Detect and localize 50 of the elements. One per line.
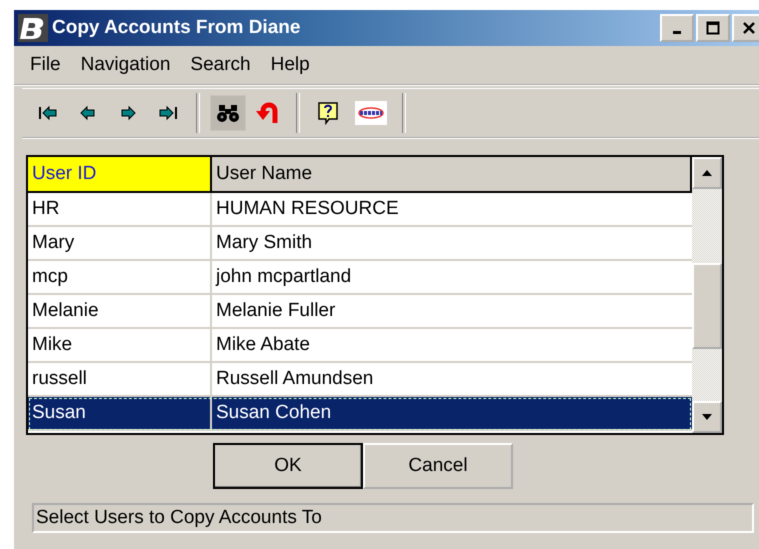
column-header[interactable]: User ID <box>28 157 212 191</box>
table-row[interactable]: Melanie Melanie Fuller <box>28 295 692 329</box>
maximize-icon <box>706 21 720 35</box>
table-row[interactable]: mcp john mcpartland <box>28 261 692 295</box>
scroll-down-button[interactable] <box>692 401 722 433</box>
table-cell: HR <box>28 193 212 225</box>
maximize-button[interactable] <box>696 14 730 42</box>
vertical-scrollbar[interactable] <box>692 157 722 433</box>
logo-icon <box>355 101 387 125</box>
window-title: Copy Accounts From Diane <box>52 17 302 39</box>
menu-item[interactable]: Help <box>262 52 318 78</box>
down-triangle-icon <box>702 414 712 420</box>
cancel-button[interactable]: Cancel <box>363 443 513 489</box>
table-cell: Mike <box>28 329 212 361</box>
right-arrow-icon <box>120 105 136 121</box>
scroll-up-button[interactable] <box>692 157 722 189</box>
ok-button[interactable]: OK <box>213 443 363 489</box>
scroll-thumb[interactable] <box>692 263 722 349</box>
first-arrow-icon <box>38 105 58 121</box>
table-row[interactable]: Mike Mike Abate <box>28 329 692 363</box>
menu-item[interactable]: Search <box>182 52 259 78</box>
close-icon <box>742 21 756 35</box>
menu-item[interactable]: File <box>22 52 69 78</box>
table-cell-text: john mcpartland <box>214 265 352 289</box>
table-cell-text: Melanie Fuller <box>215 299 336 323</box>
table-cell: Melanie <box>28 295 212 327</box>
close-button[interactable] <box>732 14 759 42</box>
table-cell-text: Russell Amundsen <box>215 367 374 391</box>
table-cell-text: HUMAN RESOURCE <box>215 197 400 221</box>
table-cell-text: Mike Abate <box>215 333 311 357</box>
status-text: Select Users to Copy Accounts To <box>36 507 322 529</box>
table-cell-text: Susan Cohen <box>215 401 332 425</box>
table-cell-text: Mary Smith <box>215 231 314 255</box>
minimize-button[interactable] <box>660 14 694 42</box>
binoculars-icon <box>216 103 240 123</box>
table-row[interactable]: HR HUMAN RESOURCE <box>28 193 692 227</box>
menu-item[interactable]: Navigation <box>72 52 178 78</box>
app-logo-icon <box>18 14 48 42</box>
table-cell: russell <box>28 363 212 395</box>
minimize-icon <box>673 31 681 34</box>
table-row[interactable]: Susan Susan Cohen <box>28 397 692 431</box>
up-triangle-icon <box>702 170 712 176</box>
help-icon <box>317 101 339 125</box>
find-button[interactable] <box>210 95 246 131</box>
table-cell: Mary <box>28 227 212 259</box>
table-cell: Susan <box>28 397 212 429</box>
left-arrow-icon <box>80 105 96 121</box>
table-cell: mcp <box>28 261 212 293</box>
table-row[interactable]: Mary Mary Smith <box>28 227 692 261</box>
last-arrow-icon <box>158 105 178 121</box>
